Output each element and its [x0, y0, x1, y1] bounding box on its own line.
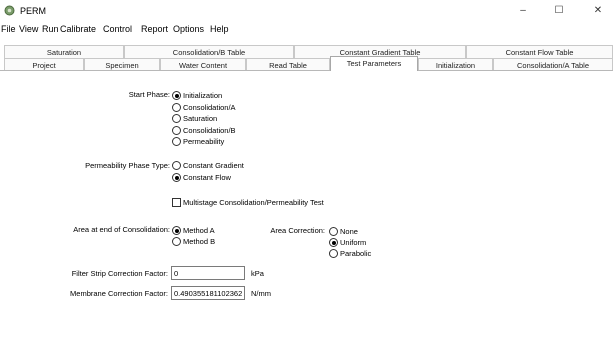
area-correction-label: Area Correction:	[270, 226, 325, 235]
constant-flow-radio[interactable]	[172, 173, 181, 182]
constant-flow-label[interactable]: Constant Flow	[183, 173, 231, 182]
membrane-label: Membrane Correction Factor:	[70, 289, 168, 298]
method-a-label[interactable]: Method A	[183, 226, 215, 235]
multistage-label[interactable]: Multistage Consolidation/Permeability Te…	[183, 198, 324, 207]
multistage-checkbox[interactable]	[172, 198, 181, 207]
close-button[interactable]: ✕	[588, 4, 608, 18]
menu-calibrate[interactable]: Calibrate	[60, 24, 96, 34]
tab-test-parameters[interactable]: Test Parameters	[330, 56, 418, 71]
start-phase-consolidation-a-radio[interactable]	[172, 103, 181, 112]
menu-view[interactable]: View	[19, 24, 38, 34]
method-b-label[interactable]: Method B	[183, 237, 215, 246]
start-phase-permeability-label[interactable]: Permeability	[183, 137, 224, 146]
filter-strip-unit: kPa	[251, 269, 264, 278]
filter-strip-input[interactable]	[171, 266, 245, 280]
area-correction-parabolic-label[interactable]: Parabolic	[340, 249, 371, 258]
tab-saturation[interactable]: Saturation	[4, 45, 124, 58]
filter-strip-label: Filter Strip Correction Factor:	[71, 269, 168, 278]
menu-control[interactable]: Control	[103, 24, 132, 34]
window-title: PERM	[20, 6, 47, 16]
start-phase-consolidation-a-label[interactable]: Consolidation/A	[183, 103, 236, 112]
method-b-radio[interactable]	[172, 237, 181, 246]
menu-options[interactable]: Options	[173, 24, 204, 34]
constant-gradient-radio[interactable]	[172, 161, 181, 170]
tab-consolidation-b-table[interactable]: Consolidation/B Table	[124, 45, 294, 58]
start-phase-initialization-label[interactable]: Initialization	[183, 91, 222, 100]
tab-divider	[0, 70, 613, 71]
area-correction-uniform-radio[interactable]	[329, 238, 338, 247]
start-phase-label: Start Phase:	[128, 90, 170, 99]
start-phase-saturation-label[interactable]: Saturation	[183, 114, 217, 123]
title-bar: PERM – ☐ ✕	[0, 0, 613, 22]
start-phase-consolidation-b-label[interactable]: Consolidation/B	[183, 126, 236, 135]
membrane-unit: N/mm	[251, 289, 271, 298]
maximize-button[interactable]: ☐	[549, 4, 569, 18]
start-phase-permeability-radio[interactable]	[172, 137, 181, 146]
tab-constant-flow-table[interactable]: Constant Flow Table	[466, 45, 613, 58]
area-correction-uniform-label[interactable]: Uniform	[340, 238, 366, 247]
area-end-consolidation-label: Area at end of Consolidation:	[73, 225, 170, 234]
minimize-button[interactable]: –	[513, 4, 533, 18]
membrane-input[interactable]	[171, 286, 245, 300]
menu-report[interactable]: Report	[141, 24, 168, 34]
method-a-radio[interactable]	[172, 226, 181, 235]
start-phase-saturation-radio[interactable]	[172, 114, 181, 123]
area-correction-none-radio[interactable]	[329, 227, 338, 236]
start-phase-consolidation-b-radio[interactable]	[172, 126, 181, 135]
app-icon	[4, 5, 15, 16]
menu-bar: File View Run Calibrate Control Report O…	[0, 22, 613, 38]
area-correction-none-label[interactable]: None	[340, 227, 358, 236]
menu-file[interactable]: File	[1, 24, 16, 34]
area-correction-parabolic-radio[interactable]	[329, 249, 338, 258]
permeability-phase-type-label: Permeability Phase Type:	[85, 161, 170, 170]
menu-run[interactable]: Run	[42, 24, 59, 34]
start-phase-initialization-radio[interactable]	[172, 91, 181, 100]
menu-help[interactable]: Help	[210, 24, 229, 34]
constant-gradient-label[interactable]: Constant Gradient	[183, 161, 244, 170]
